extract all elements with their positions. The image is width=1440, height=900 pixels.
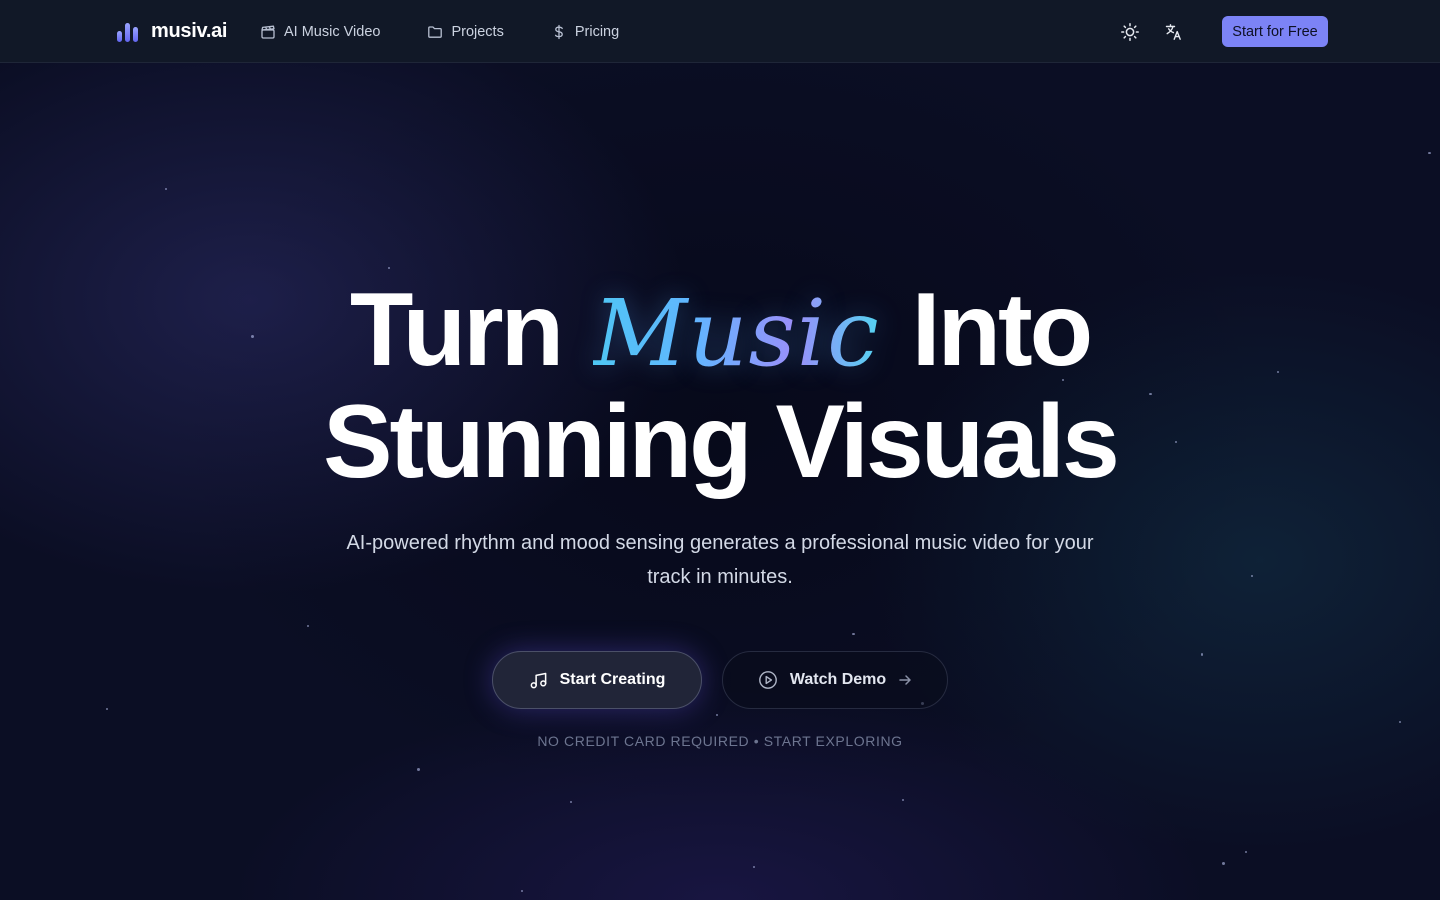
star — [307, 625, 309, 627]
star — [388, 267, 390, 269]
no-credit-card-note: NO CREDIT CARD REQUIRED • START EXPLORIN… — [537, 733, 903, 749]
start-creating-label: Start Creating — [559, 671, 666, 688]
play-circle-icon — [758, 671, 777, 689]
hero-headline: Turn Music Into Stunning Visuals — [0, 276, 1440, 496]
headline-word-turn: Turn — [349, 272, 564, 388]
watch-demo-button[interactable]: Watch Demo — [722, 651, 948, 709]
star — [1222, 862, 1225, 865]
start-for-free-button[interactable]: Start for Free — [1222, 16, 1328, 47]
hero-subtitle: AI-powered rhythm and mood sensing gener… — [346, 532, 1094, 588]
landing-page: musiv.ai AI Music Video Projects Pricing… — [0, 0, 1440, 900]
brand-name: musiv.ai — [151, 19, 228, 42]
language-switch-button[interactable] — [1162, 20, 1186, 44]
star — [570, 801, 572, 803]
star — [1399, 721, 1401, 723]
star — [521, 890, 523, 892]
star — [106, 708, 108, 710]
main-nav: AI Music Video Projects Pricing — [260, 20, 619, 44]
start-creating-button[interactable]: Start Creating — [492, 651, 702, 709]
folder-icon — [428, 26, 443, 38]
dollar-icon — [554, 24, 563, 40]
star — [165, 188, 167, 190]
translate-icon — [1165, 24, 1181, 40]
star — [1245, 851, 1247, 853]
sun-icon — [1121, 23, 1139, 41]
clapperboard-icon — [261, 25, 275, 39]
star — [753, 866, 755, 868]
headline-line-1: Turn Music Into — [0, 276, 1440, 388]
music-note-icon — [530, 672, 546, 688]
star — [1251, 575, 1253, 577]
brand-logo[interactable]: musiv.ai — [117, 18, 227, 44]
headline-accent-word: Music — [593, 280, 880, 387]
star — [1201, 653, 1203, 656]
nav-item-projects[interactable]: Projects — [427, 20, 504, 44]
star — [417, 768, 420, 771]
star — [852, 633, 855, 635]
headline-word-into: Into — [911, 272, 1094, 388]
nav-item-ai-music-video[interactable]: AI Music Video — [260, 20, 380, 44]
theme-toggle-button[interactable] — [1118, 20, 1142, 44]
star — [902, 799, 904, 801]
nav-item-label: Projects — [451, 24, 504, 40]
equalizer-logo-icon — [117, 18, 141, 44]
star — [716, 714, 718, 716]
nav-item-label: AI Music Video — [284, 24, 381, 40]
top-navigation-bar: musiv.ai AI Music Video Projects Pricing… — [0, 0, 1440, 63]
star — [1428, 152, 1431, 154]
watch-demo-label: Watch Demo — [789, 671, 887, 688]
nav-item-pricing[interactable]: Pricing — [551, 20, 619, 44]
nav-item-label: Pricing — [574, 24, 620, 40]
headline-line-2: Stunning Visuals — [323, 384, 1120, 500]
arrow-right-icon — [899, 675, 911, 685]
